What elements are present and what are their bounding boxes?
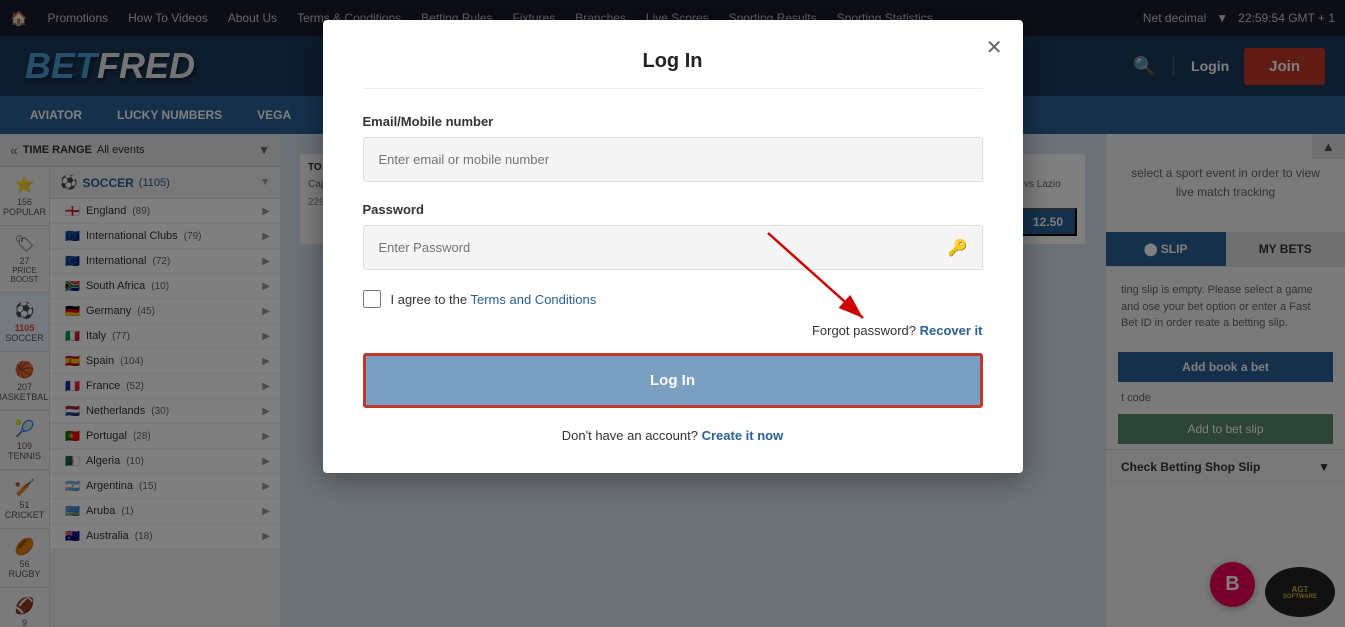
login-submit-button[interactable]: Log In <box>363 353 983 408</box>
password-label: Password <box>363 202 983 217</box>
email-input[interactable] <box>363 137 983 182</box>
password-form-group: Password 🔑 <box>363 202 983 270</box>
no-account-row: Don't have an account? Create it now <box>363 428 983 443</box>
no-account-text: Don't have an account? <box>562 428 698 443</box>
password-wrapper: 🔑 <box>363 225 983 270</box>
login-modal: ✕ Log In Email/Mobile number Password 🔑 … <box>323 20 1023 473</box>
arrow-annotation <box>758 223 888 333</box>
terms-checkbox-row: I agree to the Terms and Conditions <box>363 290 983 308</box>
email-form-group: Email/Mobile number <box>363 114 983 182</box>
terms-checkbox[interactable] <box>363 290 381 308</box>
create-account-link[interactable]: Create it now <box>702 428 784 443</box>
recover-password-link[interactable]: Recover it <box>920 323 983 338</box>
password-input[interactable] <box>363 225 983 270</box>
agree-text: I agree to the Terms and Conditions <box>391 292 597 307</box>
terms-conditions-link[interactable]: Terms and Conditions <box>471 292 597 307</box>
modal-close-button[interactable]: ✕ <box>986 35 1003 60</box>
password-visibility-icon[interactable]: 🔑 <box>948 238 968 258</box>
modal-title: Log In <box>363 50 983 89</box>
modal-overlay[interactable]: ✕ Log In Email/Mobile number Password 🔑 … <box>0 0 1345 627</box>
forgot-password-row: Forgot password? Recover it <box>363 323 983 338</box>
email-label: Email/Mobile number <box>363 114 983 129</box>
